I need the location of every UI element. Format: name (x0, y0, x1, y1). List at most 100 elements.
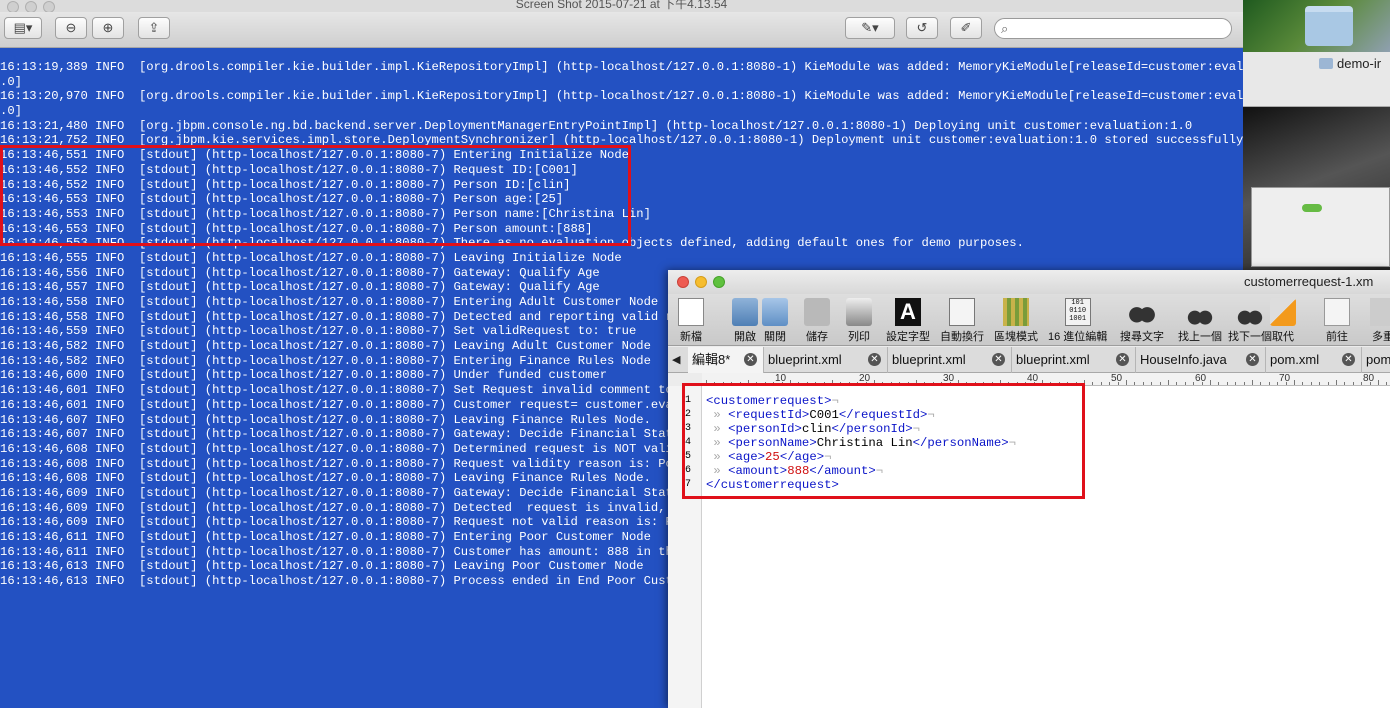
toolbar-label: 列印 (848, 331, 870, 343)
edit-button[interactable]: ✐ (950, 17, 982, 39)
ruler-tick (1159, 382, 1161, 385)
log-line: .0] (0, 104, 22, 119)
rotate-button[interactable]: ↺ (906, 17, 938, 39)
print-icon (846, 298, 872, 326)
background-app-window[interactable] (1243, 107, 1390, 275)
sidebar-view-button[interactable]: ▤▾ (4, 17, 42, 39)
search-icon: ⌕ (1001, 21, 1009, 36)
log-line: 16:13:21,480 INFO [org.jbpm.console.ng.b… (0, 118, 1193, 133)
toolbar-label: 開啟 (734, 331, 756, 343)
rotate-icon: ↺ (916, 20, 928, 35)
wrap-icon (949, 298, 975, 326)
ruler-mark: 70 (1279, 373, 1291, 384)
close-tab-icon[interactable]: ✕ (868, 353, 881, 366)
ruler-mark: 60 (1195, 373, 1207, 384)
toolbar-label: 儲存 (806, 331, 828, 343)
tab-file[interactable]: blueprint.xml ✕ (888, 347, 1012, 373)
minimize-window-button[interactable] (695, 276, 707, 288)
close-tab-icon[interactable]: ✕ (744, 353, 757, 366)
toolbar-button-multi[interactable]: 多重 (1370, 298, 1390, 344)
toolbar-button-goto[interactable]: 前往 (1324, 298, 1350, 344)
ruler-tick (1117, 382, 1119, 385)
toolbar-button-wrap[interactable]: 自動換行 (940, 298, 984, 344)
log-line: .0] (0, 74, 22, 89)
ruler-mark: 80 (1363, 373, 1375, 384)
toolbar-label: 前往 (1326, 331, 1348, 343)
toolbar-label: 搜尋文字 (1120, 331, 1164, 343)
ruler-tick (1319, 382, 1321, 385)
toolbar-label: 關閉 (764, 331, 786, 343)
toolbar-button-hex-edit[interactable]: 101 0110 1001 16 進位編輯 (1048, 298, 1107, 344)
toolbar-button-replace[interactable]: 取代 (1270, 298, 1296, 344)
zoom-window-button[interactable] (713, 276, 725, 288)
folder-icon[interactable] (1305, 6, 1353, 46)
ruler-tick (1184, 382, 1186, 385)
toolbar-button-close-folder[interactable]: 關閉 (762, 298, 788, 344)
toolbar-button-new-file[interactable]: 新檔 (678, 298, 704, 344)
preview-titlebar: Screen Shot 2015-07-21 at 下午4.13.54 (0, 0, 1243, 13)
close-window-button[interactable] (677, 276, 689, 288)
zoom-in-button[interactable]: ⊕ (92, 17, 124, 39)
toolbar-button-font[interactable]: A 設定字型 (886, 298, 930, 344)
window-controls (677, 275, 731, 293)
ruler-tick (1302, 382, 1304, 385)
sidebar-icon: ▤▾ (13, 20, 33, 35)
close-tab-icon[interactable]: ✕ (1342, 353, 1355, 366)
toolbar-button-open-folder[interactable]: 開啟 (732, 298, 758, 344)
tab-file[interactable]: pom (1362, 347, 1390, 373)
close-tab-icon[interactable]: ✕ (1246, 353, 1259, 366)
ruler-tick (1344, 382, 1346, 385)
ruler-tick (1201, 382, 1203, 385)
toolbar-button-save[interactable]: 儲存 (804, 298, 830, 344)
ruler-tick (1168, 380, 1169, 385)
diagram-node (1302, 204, 1322, 212)
toolbar-label: 多重 (1372, 331, 1390, 343)
close-tab-icon[interactable]: ✕ (1116, 353, 1129, 366)
close-tab-icon[interactable]: ✕ (992, 353, 1005, 366)
highlight-box-xml (682, 383, 1085, 499)
zoom-out-icon: ⊖ (65, 20, 77, 35)
save-icon (804, 298, 830, 326)
tab-file[interactable]: blueprint.xml ✕ (1012, 347, 1136, 373)
toolbar-label: 區塊模式 (994, 331, 1038, 343)
toolbar-button-binoculars[interactable]: 搜尋文字 (1120, 298, 1164, 344)
tab-label: blueprint.xml (1016, 352, 1090, 367)
open-folder-icon (732, 298, 758, 326)
find-next-icon (1237, 298, 1263, 326)
pen-icon: ✎▾ (861, 20, 879, 35)
toolbar-button-find-next[interactable]: 找下一個 (1228, 298, 1272, 344)
ruler-tick (1109, 382, 1111, 385)
ruler-tick (1310, 382, 1312, 385)
toolbar-label: 16 進位編輯 (1048, 331, 1108, 343)
ruler-tick (1235, 382, 1237, 385)
goto-icon (1324, 298, 1350, 326)
process-diagram-thumbnail (1251, 187, 1390, 267)
ruler-tick (1352, 382, 1354, 385)
share-icon: ⇪ (148, 20, 160, 35)
toolbar-button-print[interactable]: 列印 (846, 298, 872, 344)
zoom-out-button[interactable]: ⊖ (55, 17, 87, 39)
finder-window[interactable]: demo-ir (1243, 52, 1390, 107)
ruler-tick (1361, 382, 1363, 385)
tab-file[interactable]: HouseInfo.java ✕ (1136, 347, 1266, 373)
hex-edit-icon: 101 0110 1001 (1064, 298, 1091, 326)
search-input[interactable]: ⌕ (994, 18, 1232, 39)
desktop-wallpaper (1243, 0, 1390, 52)
share-button[interactable]: ⇪ (138, 17, 170, 39)
ruler-tick (1252, 380, 1253, 385)
tab-scroll-left-icon[interactable]: ◀ (672, 353, 680, 366)
tab-file[interactable]: blueprint.xml ✕ (764, 347, 888, 373)
toolbar-button-find-prev[interactable]: 找上一個 (1178, 298, 1222, 344)
ruler-tick (1142, 382, 1144, 385)
edit-icon: ✐ (960, 20, 972, 35)
tab-file[interactable]: 編輯8* ✕ (688, 347, 764, 373)
tab-file[interactable]: pom.xml ✕ (1266, 347, 1362, 373)
annotate-button[interactable]: ✎▾ (845, 17, 895, 39)
log-line: 16:13:46,555 INFO [stdout] (http-localho… (0, 250, 622, 265)
log-line: 16:13:19,389 INFO [org.drools.compiler.k… (0, 60, 1243, 74)
ruler-tick (1378, 380, 1379, 385)
toolbar-label: 自動換行 (940, 331, 984, 343)
ruler-tick (1268, 382, 1270, 385)
text-editor-window: customerrequest-1.xm 新檔 開啟 關閉 儲存 列印 A 設定字型 自動換行… (668, 270, 1390, 708)
toolbar-button-block-mode[interactable]: 區塊模式 (994, 298, 1038, 344)
